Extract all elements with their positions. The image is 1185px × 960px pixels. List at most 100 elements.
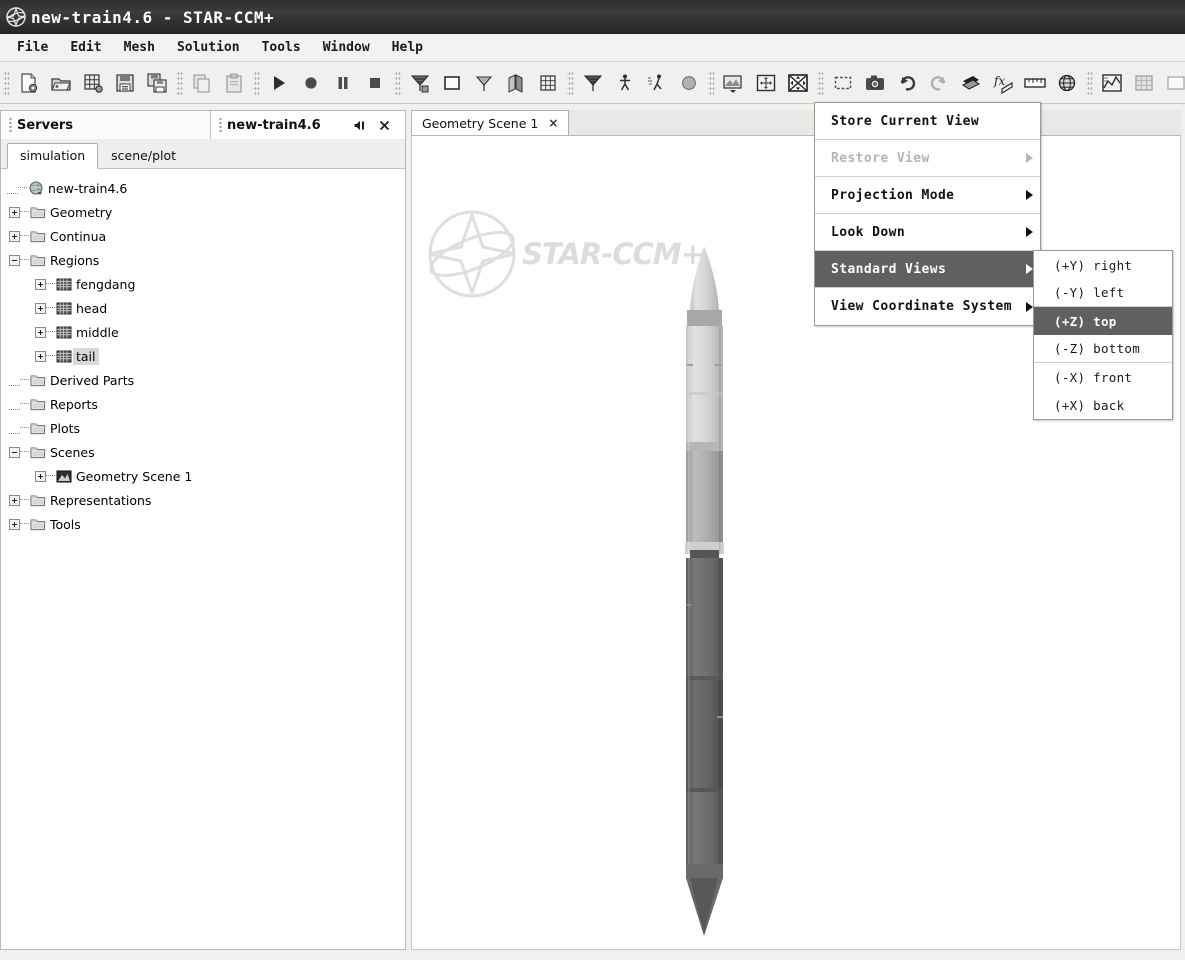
drag-handle-icon[interactable] — [9, 117, 12, 133]
run-animation-icon[interactable] — [642, 68, 672, 98]
menu-projection-mode[interactable]: Projection Mode — [815, 177, 1040, 214]
rocket-geometry-model[interactable] — [670, 246, 740, 950]
expand-node-icon[interactable] — [35, 278, 46, 290]
menu-window[interactable]: Window — [312, 37, 381, 58]
reset-view-icon[interactable] — [783, 68, 813, 98]
plot-icon[interactable] — [1097, 68, 1127, 98]
new-simulation-icon[interactable] — [14, 68, 44, 98]
menu-help[interactable]: Help — [381, 37, 434, 58]
tree-node-scenes[interactable]: Scenes — [1, 440, 405, 464]
panel-tab-simulation-file[interactable]: new-train4.6 — [211, 111, 405, 139]
collapse-node-icon[interactable] — [9, 446, 20, 458]
save-icon[interactable] — [110, 68, 140, 98]
surface-remesher-icon[interactable] — [437, 68, 467, 98]
toolbar-grip[interactable] — [253, 69, 260, 96]
tree-node-representations[interactable]: Representations — [1, 488, 405, 512]
view-minus-y-left[interactable]: (-Y) left — [1034, 279, 1172, 307]
scene-dropdown-icon[interactable] — [719, 68, 749, 98]
generate-volume-mesh-icon[interactable] — [405, 68, 435, 98]
step-icon[interactable] — [296, 68, 326, 98]
matrix-icon[interactable] — [1129, 68, 1159, 98]
tree-node-plots[interactable]: Plots — [1, 416, 405, 440]
expand-node-icon[interactable] — [9, 518, 20, 530]
view-plus-x-back[interactable]: (+X) back — [1034, 391, 1172, 419]
expand-node-icon[interactable] — [9, 230, 20, 242]
menu-file[interactable]: File — [6, 37, 59, 58]
globe-icon[interactable] — [1052, 68, 1082, 98]
menu-tools[interactable]: Tools — [251, 37, 312, 58]
tree-node-geometry[interactable]: Geometry — [1, 200, 405, 224]
collapse-node-icon[interactable] — [9, 254, 20, 266]
undo-icon[interactable] — [892, 68, 922, 98]
copy-icon[interactable] — [187, 68, 217, 98]
toolbar-grip[interactable] — [176, 69, 183, 96]
toolbar-grip[interactable] — [394, 69, 401, 96]
mesh-grid-icon[interactable] — [78, 68, 108, 98]
close-panel-button[interactable] — [376, 117, 392, 133]
walk-icon[interactable] — [610, 68, 640, 98]
menu-store-current-view[interactable]: Store Current View — [815, 103, 1040, 140]
tree-node-reports[interactable]: Reports — [1, 392, 405, 416]
expand-node-icon[interactable] — [35, 470, 46, 482]
open-simulation-icon[interactable] — [46, 68, 76, 98]
volume-mesh-icon[interactable] — [469, 68, 499, 98]
expand-node-icon[interactable] — [35, 302, 46, 314]
tree-node-new-train4-6[interactable]: new-train4.6 — [1, 176, 405, 200]
expand-node-icon[interactable] — [35, 350, 46, 362]
menu-standard-views[interactable]: Standard Views — [815, 251, 1040, 288]
trimmer-mesh-icon[interactable] — [533, 68, 563, 98]
toolbar-grip[interactable] — [567, 69, 574, 96]
tree-node-tools[interactable]: Tools — [1, 512, 405, 536]
blank-scene-icon[interactable] — [1161, 68, 1185, 98]
menu-mesh[interactable]: Mesh — [113, 37, 166, 58]
scene-tab-geometry-scene-1[interactable]: Geometry Scene 1 × — [411, 110, 570, 135]
view-plus-z-top[interactable]: (+Z) top — [1034, 307, 1172, 335]
tree-node-label: Scenes — [50, 444, 95, 460]
tree-node-tail[interactable]: tail — [1, 344, 405, 368]
tree-node-derived-parts[interactable]: Derived Parts — [1, 368, 405, 392]
tree-node-label: middle — [76, 324, 119, 340]
mesh-continuum-icon[interactable] — [578, 68, 608, 98]
menu-edit[interactable]: Edit — [59, 37, 112, 58]
close-icon[interactable]: × — [548, 116, 558, 130]
ruler-icon[interactable] — [1020, 68, 1050, 98]
tab-simulation[interactable]: simulation — [7, 143, 99, 169]
save-as-icon[interactable] — [142, 68, 172, 98]
menu-look-down[interactable]: Look Down — [815, 214, 1040, 251]
toolbar-grip[interactable] — [708, 69, 715, 96]
menu-solution[interactable]: Solution — [166, 37, 251, 58]
prism-layer-icon[interactable] — [501, 68, 531, 98]
toolbar-grip[interactable] — [1086, 69, 1093, 96]
tree-node-regions[interactable]: Regions — [1, 248, 405, 272]
paste-icon[interactable] — [219, 68, 249, 98]
minimize-dock-button[interactable] — [352, 117, 368, 133]
rubber-band-zoom-icon[interactable] — [828, 68, 858, 98]
run-icon[interactable] — [264, 68, 294, 98]
tree-node-head[interactable]: head — [1, 296, 405, 320]
fit-view-icon[interactable] — [751, 68, 781, 98]
tree-node-continua[interactable]: Continua — [1, 224, 405, 248]
sphere-icon[interactable] — [674, 68, 704, 98]
toolbar-grip[interactable] — [3, 69, 10, 96]
expand-node-icon[interactable] — [35, 326, 46, 338]
pause-icon[interactable] — [328, 68, 358, 98]
view-minus-x-front[interactable]: (-X) front — [1034, 363, 1172, 391]
expand-node-icon[interactable] — [9, 494, 20, 506]
toolbar-grip[interactable] — [817, 69, 824, 96]
star-ccm-icon — [5, 6, 27, 28]
save-image-icon[interactable] — [860, 68, 890, 98]
menu-view-coordinate-system[interactable]: View Coordinate System — [815, 288, 1040, 325]
stop-icon[interactable] — [360, 68, 390, 98]
redo-icon[interactable] — [924, 68, 954, 98]
tree-node-middle[interactable]: middle — [1, 320, 405, 344]
tree-node-fengdang[interactable]: fengdang — [1, 272, 405, 296]
view-plus-y-right[interactable]: (+Y) right — [1034, 251, 1172, 279]
drag-handle-icon[interactable] — [219, 117, 222, 133]
function-icon[interactable]: fx — [988, 68, 1018, 98]
panel-tab-servers[interactable]: Servers — [1, 111, 211, 139]
expand-node-icon[interactable] — [9, 206, 20, 218]
view-minus-z-bottom[interactable]: (-Z) bottom — [1034, 335, 1172, 363]
tree-node-geometry-scene-1[interactable]: Geometry Scene 1 — [1, 464, 405, 488]
tab-scene-plot[interactable]: scene/plot — [98, 143, 189, 168]
colorbar-icon[interactable] — [956, 68, 986, 98]
